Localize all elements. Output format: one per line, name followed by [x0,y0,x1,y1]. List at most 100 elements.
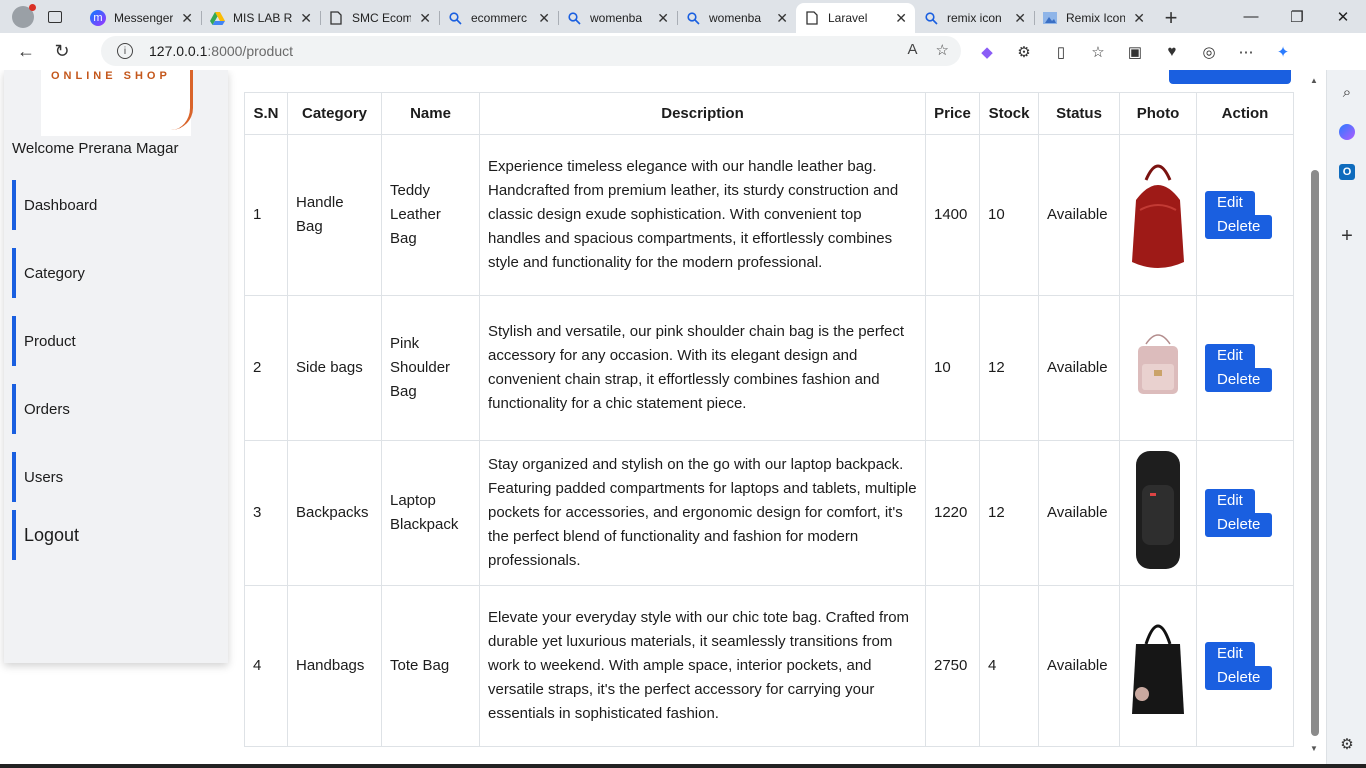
scroll-down-icon[interactable]: ▼ [1310,744,1318,753]
logo-text: ONLINE SHOP [51,70,171,82]
tab-title: remix icon [947,11,1002,25]
split-screen-icon[interactable]: ▯ [1050,43,1072,61]
new-tab-icon[interactable]: + [1153,3,1189,33]
sidebar-item-logout[interactable]: Logout [12,510,222,560]
search-icon [923,10,939,26]
close-tab-icon[interactable]: ✕ [538,10,550,27]
cell-photo [1119,585,1197,747]
cell-price: 10 [925,295,980,441]
close-tab-icon[interactable]: ✕ [776,10,788,27]
close-tab-icon[interactable]: ✕ [419,10,431,27]
close-tab-icon[interactable]: ✕ [1014,10,1026,27]
column-header-name: Name [381,92,480,135]
profile-avatar-icon[interactable] [12,3,36,28]
edge-sidebar: ⌕ O + ⚙ [1326,70,1366,768]
scroll-up-icon[interactable]: ▲ [1310,76,1318,85]
column-header-description: Description [479,92,926,135]
tab-actions-icon[interactable] [48,10,62,23]
tab-bar-left [0,0,82,33]
edit-button[interactable]: Edit [1205,344,1255,368]
cell-sn: 4 [244,585,288,747]
delete-button[interactable]: Delete [1205,215,1273,239]
browser-tab[interactable]: ecommerc ✕ [439,3,558,33]
delete-button[interactable]: Delete [1205,666,1273,690]
sidebar-item-category[interactable]: Category [12,248,222,298]
cell-category: Side bags [287,295,382,441]
tab-title: ecommerc [471,11,528,25]
browser-tab[interactable]: remix icon ✕ [915,3,1034,33]
extensions-icon[interactable]: ⚙ [1013,43,1035,61]
close-window-icon[interactable]: ✕ [1320,0,1366,33]
tab-title: womenba [709,11,762,25]
delete-button[interactable]: Delete [1205,368,1273,392]
copilot-icon[interactable]: ✦ [1272,43,1294,61]
browser-tab[interactable]: womenba ✕ [558,3,677,33]
cell-photo [1119,295,1197,441]
cell-stock: 4 [979,585,1039,747]
search-icon[interactable]: ⌕ [1337,82,1357,102]
column-header-stock: Stock [979,92,1039,135]
browser-tab[interactable]: Remix Icon ✕ [1034,3,1153,33]
cell-name: Teddy Leather Bag [381,134,480,296]
cell-description: Stylish and versatile, our pink shoulder… [479,295,926,441]
browser-tab-bar: m Messenger ✕ MIS LAB R ✕ SMC Ecom ✕ eco… [0,0,1366,33]
browser-tab[interactable]: SMC Ecom ✕ [320,3,439,33]
close-tab-icon[interactable]: ✕ [300,10,312,27]
site-info-icon[interactable]: i [117,43,133,59]
url-host: 127.0.0.1 [149,43,208,59]
taskbar-edge [0,764,1366,768]
page-scrollbar[interactable]: ▲ ▼ [1308,70,1322,760]
welcome-text: Welcome Prerana Magar [12,140,179,157]
cell-price: 1400 [925,134,980,296]
collections-icon[interactable]: ▣ [1124,43,1146,61]
edit-button[interactable]: Edit [1205,191,1255,215]
cell-status: Available [1038,585,1120,747]
add-product-button[interactable] [1169,70,1291,84]
url-field[interactable]: i 127.0.0.1:8000/product A ☆ [101,36,961,66]
cell-sn: 2 [244,295,288,441]
favorites-icon[interactable]: ☆ [1087,43,1109,61]
sidebar-item-dashboard[interactable]: Dashboard [12,180,222,230]
sidebar-settings-icon[interactable]: ⚙ [1337,734,1357,754]
restore-icon[interactable]: ❐ [1274,0,1320,33]
close-tab-icon[interactable]: ✕ [181,10,193,27]
tab-title: Laravel [828,11,868,25]
close-tab-icon[interactable]: ✕ [1133,10,1145,27]
cell-action: Edit Delete [1196,295,1294,441]
url-path: :8000/product [207,43,294,59]
edge-bar-icon[interactable]: ◎ [1198,43,1220,61]
search-icon [566,10,582,26]
close-tab-icon[interactable]: ✕ [895,10,907,27]
document-icon [328,10,344,26]
refresh-icon[interactable]: ↻ [44,36,80,68]
read-aloud-icon[interactable]: A [908,41,918,59]
delete-button[interactable]: Delete [1205,513,1273,537]
search-icon [685,10,701,26]
sidebar-item-orders[interactable]: Orders [12,384,222,434]
favorite-star-icon[interactable]: ☆ [936,41,949,59]
edit-button[interactable]: Edit [1205,489,1255,513]
sidebar-item-users[interactable]: Users [12,452,222,502]
minimize-icon[interactable]: — [1228,0,1274,33]
scrollbar-thumb[interactable] [1311,170,1319,736]
copilot-designer-icon[interactable]: ◆ [976,43,998,61]
more-options-icon[interactable]: ⋯ [1235,43,1257,61]
edit-button[interactable]: Edit [1205,642,1255,666]
copilot-sidebar-icon[interactable] [1339,124,1355,140]
add-sidebar-app-icon[interactable]: + [1337,225,1357,247]
back-icon[interactable]: ← [8,36,44,68]
cell-category: Backpacks [287,440,382,586]
outlook-icon[interactable]: O [1339,164,1355,180]
column-header-status: Status [1038,92,1120,135]
browser-tab[interactable]: womenba ✕ [677,3,796,33]
browser-tab-active[interactable]: Laravel ✕ [796,3,915,33]
browser-tab[interactable]: MIS LAB R ✕ [201,3,320,33]
sidebar-item-product[interactable]: Product [12,316,222,366]
cell-description: Experience timeless elegance with our ha… [479,134,926,296]
address-toolbar: ← ↻ i 127.0.0.1:8000/product A ☆ ◆ ⚙ ▯ ☆… [0,33,1366,70]
close-tab-icon[interactable]: ✕ [657,10,669,27]
page-content: ONLINE SHOP Welcome Prerana Magar Dashbo… [0,70,1326,764]
browser-tab[interactable]: m Messenger ✕ [82,3,201,33]
performance-icon[interactable]: ♥ [1161,43,1183,60]
product-photo [1128,324,1188,412]
